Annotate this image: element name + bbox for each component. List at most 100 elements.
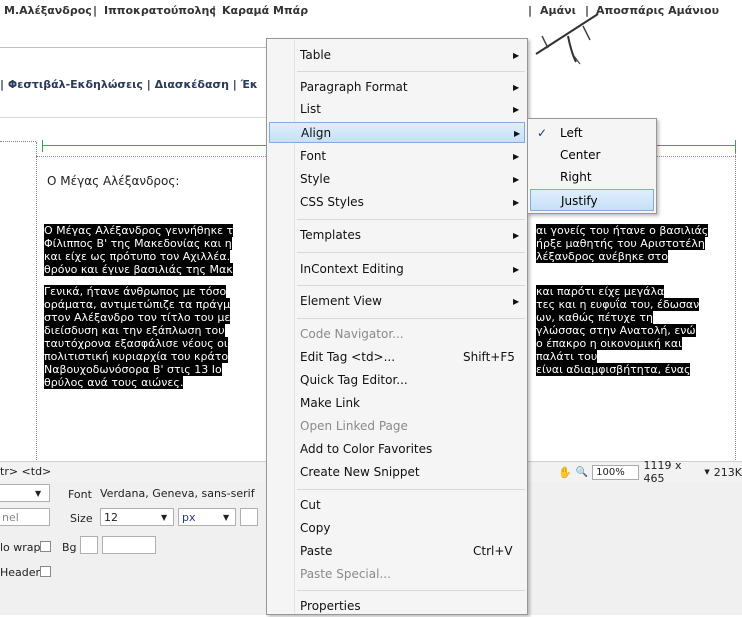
menu-item-paste-special: Paste Special... — [267, 564, 527, 585]
paragraph-1-right[interactable]: αι γονείς του ήτανε ο βασιλιάς ήρξε μαθη… — [536, 224, 709, 263]
text-line: θρόνο και έγινε βασιλιάς της Μακ — [44, 263, 233, 276]
menu-item-label: Align — [301, 126, 332, 140]
menu-item-label: Create New Snippet — [300, 465, 420, 479]
submenu-item-left[interactable]: ✓ Left — [528, 122, 656, 144]
nav-link-ippokratoupolis[interactable]: Ιπποκρατούπολης — [104, 4, 216, 17]
text-line: Ο Μέγας Αλέξανδρος γεννήθηκε τ — [44, 224, 234, 237]
submenu-item-label: Center — [560, 148, 601, 162]
menu-item-align[interactable]: Align ▶ — [269, 122, 525, 143]
menu-item-incontext-editing[interactable]: InContext Editing ▶ — [267, 259, 527, 280]
no-wrap-checkbox[interactable] — [40, 541, 51, 552]
paragraph-2-right[interactable]: και παρότι είχε μεγάλα τες και η ευφυΐα … — [536, 285, 700, 376]
nav-separator: | — [212, 4, 217, 17]
menu-item-label: Cut — [300, 498, 321, 512]
menu-item-label: Code Navigator... — [300, 327, 404, 341]
size-value: 12 — [104, 511, 118, 524]
zoom-select[interactable]: 100% ▼ — [592, 464, 640, 490]
submenu-arrow-icon: ▶ — [513, 83, 520, 92]
nav-link-alexandros[interactable]: Μ.Αλέξανδρος — [4, 4, 92, 17]
menu-separator — [297, 252, 525, 253]
menu-item-copy[interactable]: Copy — [267, 518, 527, 539]
menu-item-label: Element View — [300, 294, 382, 308]
text-line: τες και η ευφυΐα του, έδωσαν — [536, 298, 700, 311]
font-select[interactable]: Verdana, Geneva, sans-serif — [96, 484, 260, 502]
unit-select[interactable]: px ▼ — [178, 508, 236, 526]
submenu-arrow-icon: ▶ — [513, 152, 520, 161]
header-label: Header — [0, 566, 41, 579]
menu-item-templates[interactable]: Templates ▶ — [267, 225, 527, 246]
chevron-down-icon[interactable]: ▼ — [704, 468, 709, 476]
font-label: Font — [68, 488, 92, 501]
chevron-down-icon: ▼ — [35, 489, 42, 498]
header-checkbox[interactable] — [40, 566, 51, 577]
menu-item-font[interactable]: Font ▶ — [267, 146, 527, 167]
submenu-arrow-icon: ▶ — [513, 175, 520, 184]
menu-item-make-link[interactable]: Make Link — [267, 393, 527, 414]
menu-separator — [297, 489, 525, 490]
text-line: παλάτι του — [536, 350, 598, 363]
menu-item-properties[interactable]: Properties — [267, 596, 527, 617]
unit-value: px — [182, 511, 196, 524]
bg-color-swatch[interactable] — [80, 536, 98, 554]
menu-item-label: Make Link — [300, 396, 360, 410]
menu-item-paste[interactable]: Paste Ctrl+V — [267, 541, 527, 562]
menu-item-open-linked-page: Open Linked Page — [267, 416, 527, 437]
text-line: γλώσσας στην Ανατολή, ενώ — [536, 324, 696, 337]
menu-item-css-styles[interactable]: CSS Styles ▶ — [267, 192, 527, 213]
format-select[interactable]: ▼ — [0, 484, 50, 502]
menu-item-label: Templates — [300, 228, 362, 242]
menu-item-list[interactable]: List ▶ — [267, 99, 527, 120]
submenu-arrow-icon: ▶ — [513, 231, 520, 240]
menu-item-create-new-snippet[interactable]: Create New Snippet — [267, 462, 527, 483]
submenu-item-justify[interactable]: Justify — [530, 189, 654, 211]
menu-separator — [297, 590, 525, 591]
table-width-guide — [656, 145, 736, 146]
menu-item-add-to-color-favorites[interactable]: Add to Color Favorites — [267, 439, 527, 460]
menu-item-style[interactable]: Style ▶ — [267, 169, 527, 190]
table-guide — [0, 141, 36, 142]
hand-tool-icon[interactable]: ✋ — [558, 466, 572, 479]
top-navigation: Μ.Αλέξανδρος | Ιπποκρατούπολης | Καραμά … — [0, 0, 742, 40]
menu-item-label: Properties — [300, 599, 361, 613]
menu-item-table[interactable]: Table ▶ — [267, 45, 527, 66]
bg-color-field[interactable] — [102, 536, 156, 554]
submenu-arrow-icon: ▶ — [513, 51, 520, 60]
menu-item-code-navigator: Code Navigator... — [267, 324, 527, 345]
no-wrap-label: lo wrap — [0, 541, 41, 554]
bg-label: Bg — [62, 541, 77, 554]
menu-item-quick-tag-editor[interactable]: Quick Tag Editor... — [267, 370, 527, 391]
tag-selector[interactable]: tr> <td> — [0, 465, 51, 478]
menu-item-element-view[interactable]: Element View ▶ — [267, 291, 527, 312]
menu-item-edit-tag[interactable]: Edit Tag <td>... Shift+F5 — [267, 347, 527, 368]
secondary-navigation[interactable]: | Φεστιβάλ-Εκδηλώσεις | Διασκέδαση | Έκ — [0, 78, 258, 91]
menu-item-label: InContext Editing — [300, 262, 404, 276]
page-heading: Ο Μέγας Αλέξανδρος: — [47, 174, 180, 188]
table-width-guide — [42, 140, 43, 152]
text-line: ήρξε μαθητής του Αριστοτέλη — [536, 237, 705, 250]
size-select[interactable]: 12 ▼ — [100, 508, 174, 526]
nav-divider — [0, 47, 266, 48]
zoom-tool-icon[interactable]: 🔍 — [576, 467, 588, 478]
text-color-swatch[interactable] — [240, 508, 258, 526]
menu-item-cut[interactable]: Cut — [267, 495, 527, 516]
submenu-item-label: Right — [560, 170, 592, 184]
zoom-value: 100% — [596, 466, 625, 478]
menu-item-shortcut: Ctrl+V — [473, 544, 513, 558]
paragraph-2-left[interactable]: Γενικά, ήτανε άνθρωπος με τόσο οράματα, … — [44, 285, 231, 389]
text-line: Ναβουχοδωνόσορα Β' στις 13 Ιο — [44, 363, 222, 376]
menu-item-paragraph-format[interactable]: Paragraph Format ▶ — [267, 77, 527, 98]
nav-link-karama-bar[interactable]: Καραμά Μπάρ — [222, 4, 308, 17]
text-line: ων, καθώς πέτυχε τη — [536, 311, 653, 324]
text-line: στον Αλέξανδρο τον τίτλο του με — [44, 311, 231, 324]
chevron-down-icon: ▼ — [161, 513, 168, 522]
submenu-item-label: Justify — [561, 194, 598, 208]
text-line: είναι αδιαμφισβήτητα, ένας — [536, 363, 691, 376]
menu-separator — [297, 71, 525, 72]
branch-illustration — [535, 13, 599, 65]
submenu-item-center[interactable]: Center — [528, 144, 656, 166]
text-line: διείσδυση και την εξάπλωση του — [44, 324, 225, 337]
class-field[interactable]: nel — [0, 508, 50, 526]
status-controls: ✋ 🔍 100% ▼ 1119 x 465 ▼ 213K — [558, 459, 742, 490]
submenu-item-right[interactable]: Right — [528, 166, 656, 188]
paragraph-1-left[interactable]: Ο Μέγας Αλέξανδρος γεννήθηκε τ Φίλιππος … — [44, 224, 234, 276]
